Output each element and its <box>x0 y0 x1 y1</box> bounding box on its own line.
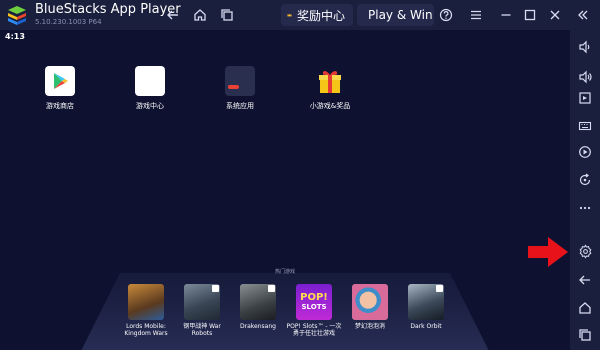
dock-app-label: 梦幻泡泡消 <box>354 323 385 330</box>
system-apps-icon <box>225 66 255 96</box>
dock-app-label: Lords Mobile: Kingdom Wars <box>124 323 168 337</box>
lords-mobile-icon <box>128 284 164 320</box>
war-robots-icon <box>184 284 220 320</box>
settings-icon[interactable] <box>575 241 595 261</box>
pop-slots-icon: POP! SLOTS <box>296 284 332 320</box>
keyboard-icon[interactable] <box>575 116 595 136</box>
volume-icon[interactable] <box>575 37 595 57</box>
bluestacks-window: BlueStacks App Player 5.10.230.1003 P64 … <box>0 0 600 350</box>
play-store-icon <box>45 66 75 96</box>
pop-slots-logo-text: SLOTS <box>301 303 327 311</box>
play-and-win-button[interactable]: Play & Win <box>357 4 434 26</box>
home-app-play-store[interactable]: 游戏商店 <box>30 66 90 111</box>
red-arrow-annotation-icon <box>528 237 568 267</box>
dock-title: 热门游戏 <box>274 269 295 275</box>
back-icon[interactable] <box>163 5 183 25</box>
more-icon[interactable] <box>575 198 595 218</box>
rotate-icon[interactable] <box>575 170 595 190</box>
drakensang-icon <box>240 284 276 320</box>
back-icon[interactable] <box>575 270 595 290</box>
app-version: 5.10.230.1003 P64 <box>35 18 102 26</box>
home-app-label: 小游戏&奖品 <box>309 102 351 110</box>
record-icon[interactable] <box>575 142 595 162</box>
volume-icon[interactable] <box>575 67 595 87</box>
android-screen: 4:13 游戏商店 游戏中心 系统应用 小游戏&奖品 热门游戏 Lords Mo… <box>0 30 570 350</box>
play-and-win-label: Play & Win <box>368 8 433 22</box>
dock-app-label: Drakensang <box>240 323 276 330</box>
external-link-icon <box>436 285 443 292</box>
dock-app-label: Dark Orbit <box>410 323 442 330</box>
rewards-center-button[interactable]: 奖励中心 <box>281 4 353 26</box>
home-app-mini-games[interactable]: 小游戏&奖品 <box>300 66 360 111</box>
maximize-icon[interactable] <box>520 5 540 25</box>
recent-apps-icon[interactable] <box>217 5 237 25</box>
close-icon[interactable] <box>545 5 565 25</box>
dock-app-war-robots[interactable]: 钢甲战神 War Robots <box>174 284 230 337</box>
dock-app-label: POP! Slots™ - 一次 勇于任壮壮游戏 <box>286 323 342 337</box>
screenshot-icon[interactable] <box>575 88 595 108</box>
dream-bubble-icon <box>352 284 388 320</box>
home-app-label: 游戏商店 <box>46 102 74 110</box>
status-bar-time: 4:13 <box>5 32 25 41</box>
home-app-label: 游戏中心 <box>136 102 164 110</box>
home-app-label: 系统应用 <box>226 102 254 110</box>
pop-slots-logo-text: POP! <box>300 292 328 303</box>
dock-app-drakensang[interactable]: Drakensang <box>230 284 286 330</box>
dark-orbit-icon <box>408 284 444 320</box>
external-link-icon <box>268 285 275 292</box>
help-icon[interactable] <box>436 5 456 25</box>
collapse-sidebar-icon[interactable] <box>573 5 593 25</box>
dock-app-dark-orbit[interactable]: Dark Orbit <box>398 284 454 330</box>
minimize-icon[interactable] <box>496 5 516 25</box>
dock-app-label: 钢甲战神 War Robots <box>183 323 221 337</box>
home-icon[interactable] <box>575 298 595 318</box>
rewards-center-label: 奖励中心 <box>296 8 345 23</box>
app-title: BlueStacks App Player <box>35 2 181 17</box>
right-sidebar <box>570 30 600 350</box>
dock-app-pop-slots[interactable]: POP! SLOTS POP! Slots™ - 一次 勇于任壮壮游戏 <box>286 284 342 337</box>
recent-apps-icon[interactable] <box>575 325 595 345</box>
external-link-icon <box>212 285 219 292</box>
dock-app-lords-mobile[interactable]: Lords Mobile: Kingdom Wars <box>118 284 174 337</box>
dock-app-dream-bubble[interactable]: 梦幻泡泡消 <box>342 284 398 330</box>
home-icon[interactable] <box>190 5 210 25</box>
bluestacks-logo-icon <box>8 6 26 25</box>
game-center-icon <box>135 66 165 96</box>
menu-icon[interactable] <box>466 5 486 25</box>
home-app-system-apps[interactable]: 系统应用 <box>210 66 270 111</box>
crown-icon <box>287 13 292 17</box>
home-app-game-center[interactable]: 游戏中心 <box>120 66 180 111</box>
gift-icon <box>315 66 345 96</box>
title-bar: BlueStacks App Player 5.10.230.1003 P64 … <box>0 0 600 30</box>
